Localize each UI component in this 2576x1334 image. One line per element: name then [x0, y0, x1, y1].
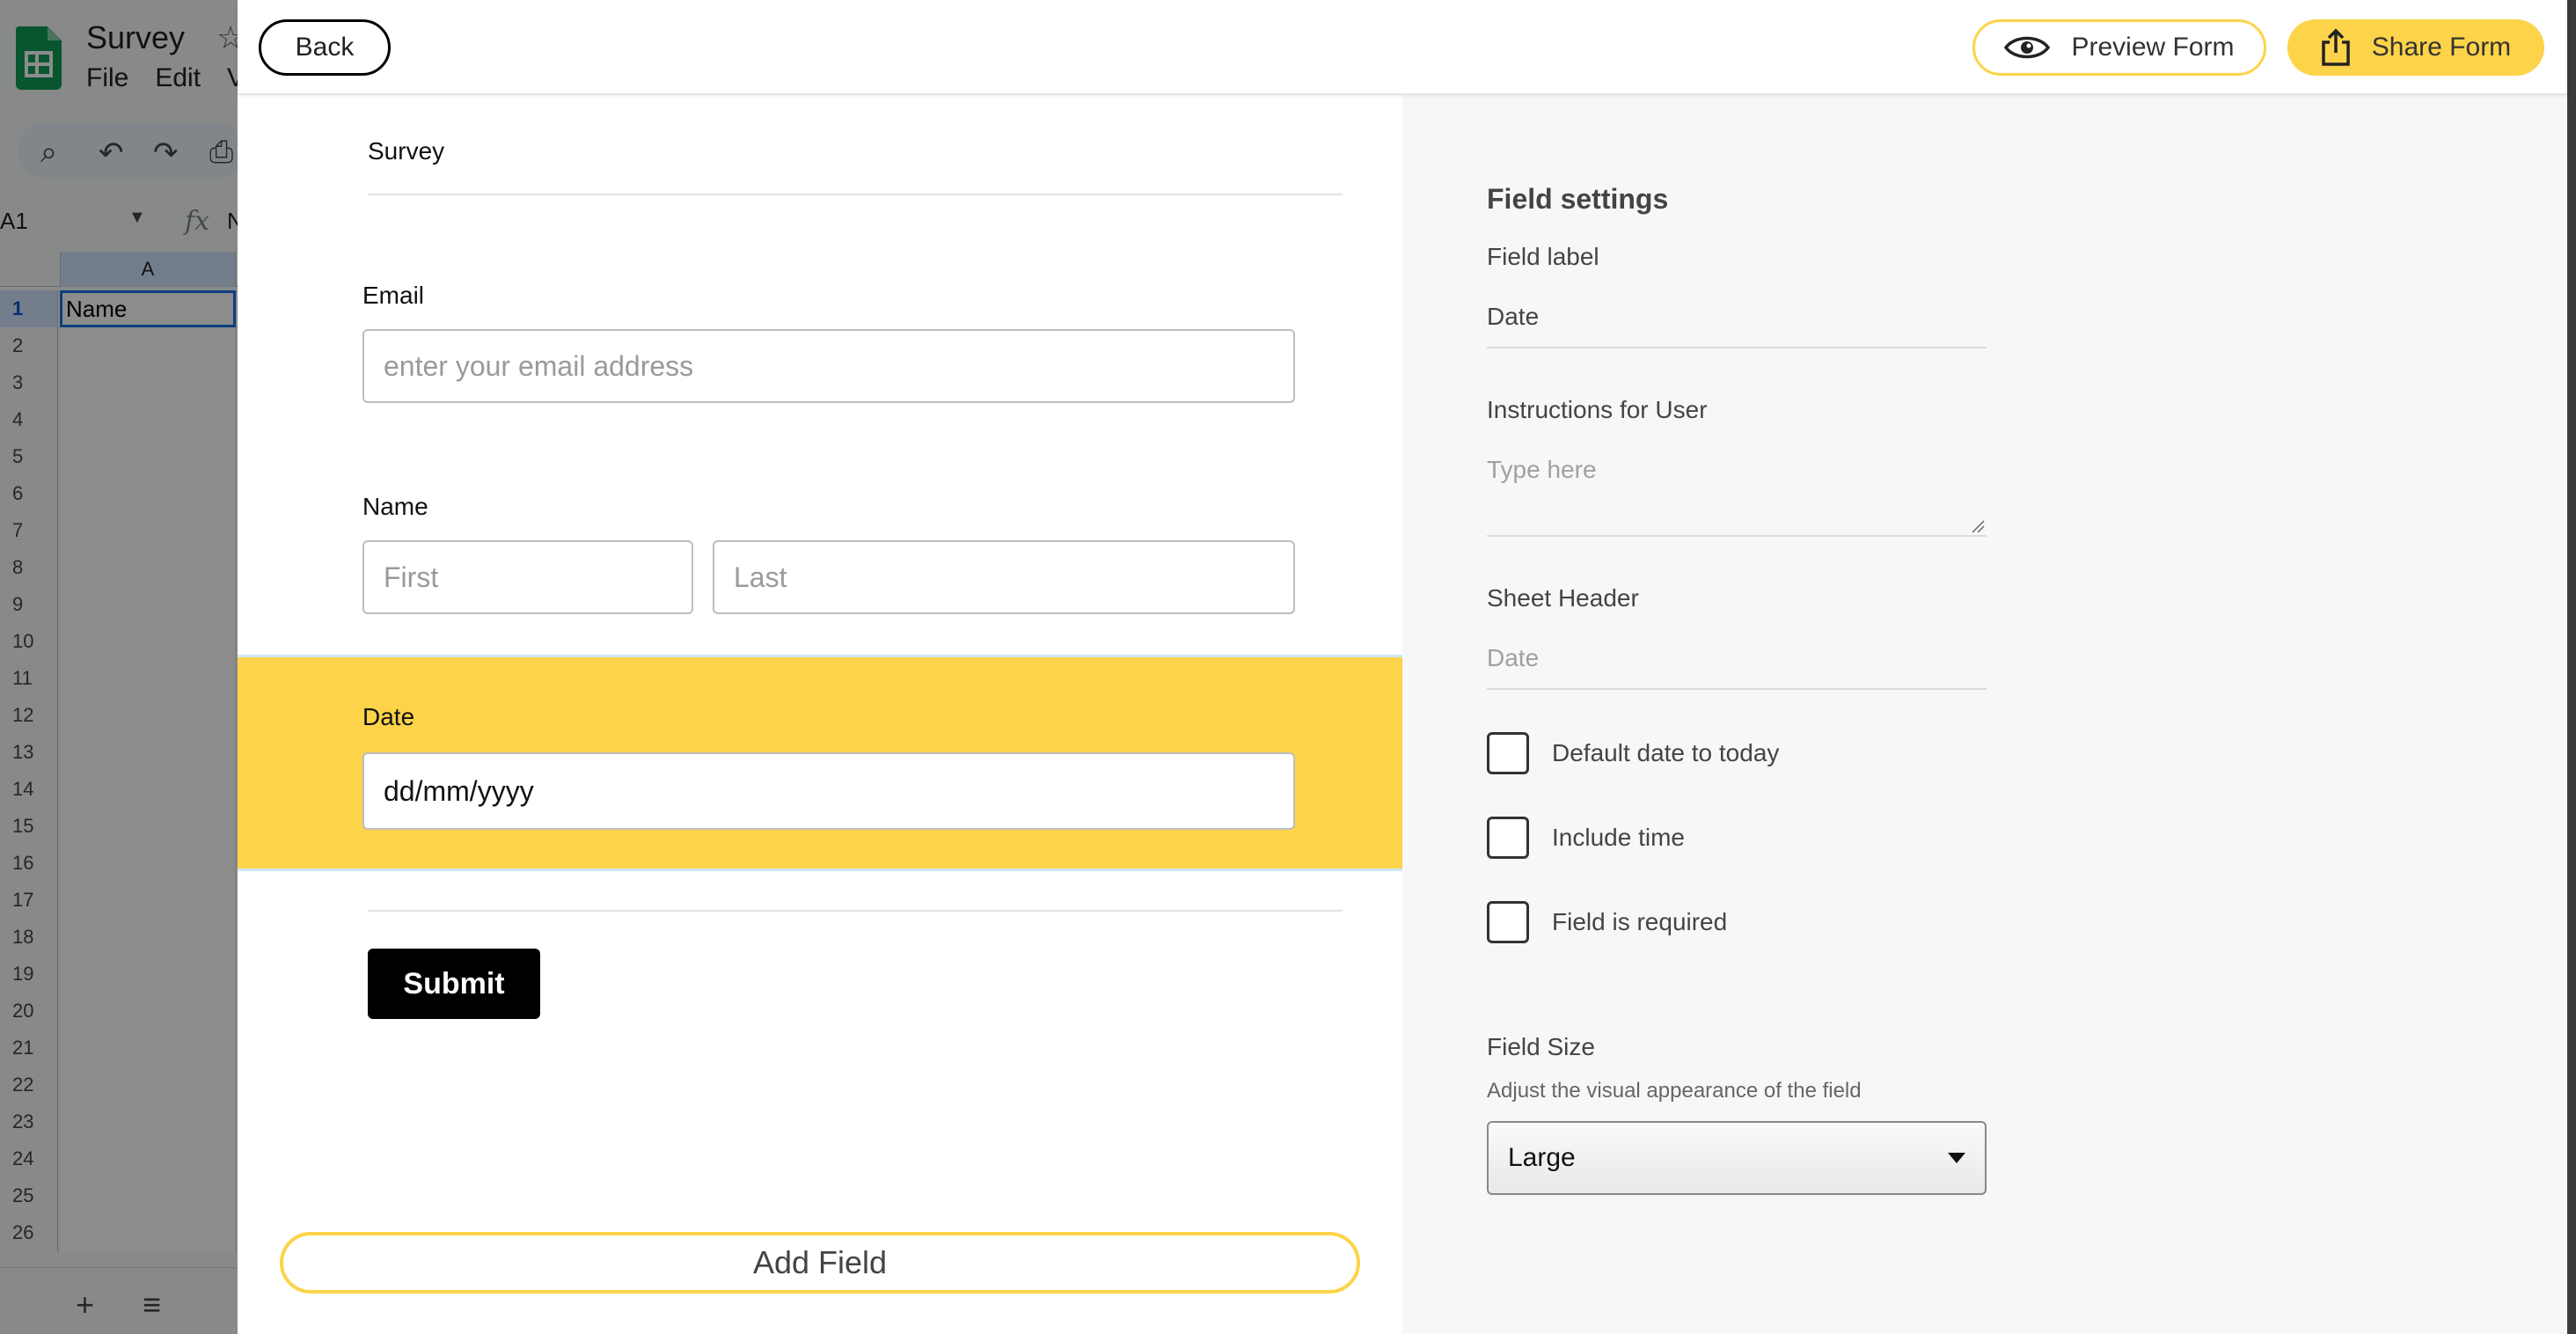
- sheet-header-label: Sheet Header: [1487, 584, 1639, 612]
- share-form-button[interactable]: Share Form: [2287, 19, 2544, 76]
- eye-icon: [2004, 36, 2051, 59]
- divider: [368, 194, 1343, 195]
- include-time-checkbox-label: Include time: [1552, 824, 1685, 851]
- email-field-label: Email: [362, 282, 425, 309]
- field-settings-panel: Field settings Field label Date Instruct…: [1402, 95, 2567, 1334]
- instructions-underline: [1487, 535, 1987, 537]
- first-name-field[interactable]: [362, 540, 693, 614]
- field-required-checkbox-label: Field is required: [1552, 908, 1728, 935]
- form-title[interactable]: Survey: [368, 137, 444, 165]
- field-size-label: Field Size: [1487, 1033, 1595, 1060]
- include-time-checkbox-row[interactable]: Include time: [1487, 817, 1685, 859]
- date-field[interactable]: dd/mm/yyyy: [362, 752, 1295, 830]
- preview-form-button[interactable]: Preview Form: [1972, 19, 2266, 76]
- date-field-label: Date: [362, 703, 415, 730]
- add-field-button[interactable]: Add Field: [280, 1232, 1360, 1294]
- resize-handle-icon[interactable]: [1971, 519, 1985, 533]
- chevron-down-icon: [1948, 1153, 1965, 1163]
- sheet-header-input[interactable]: Date: [1487, 644, 1539, 672]
- field-label-underline: [1487, 347, 1987, 348]
- form-canvas: Survey Email Name Date dd/mm/yyyy Submit…: [238, 95, 1402, 1334]
- selected-date-field-block[interactable]: Date dd/mm/yyyy: [238, 655, 1402, 871]
- default-date-checkbox[interactable]: [1487, 732, 1529, 774]
- email-field[interactable]: [362, 329, 1295, 403]
- divider: [368, 910, 1343, 912]
- form-builder-modal: Back Preview Form Share Form Survey Emai…: [238, 0, 2567, 1334]
- name-field-label: Name: [362, 493, 428, 520]
- sheet-header-underline: [1487, 688, 1987, 690]
- last-name-field[interactable]: [713, 540, 1295, 614]
- default-date-checkbox-label: Default date to today: [1552, 739, 1780, 766]
- include-time-checkbox[interactable]: [1487, 817, 1529, 859]
- back-button[interactable]: Back: [259, 19, 391, 76]
- field-size-selected-value: Large: [1508, 1143, 1576, 1172]
- field-size-select[interactable]: Large: [1487, 1121, 1987, 1195]
- form-builder-topbar: Back Preview Form Share Form: [238, 0, 2567, 95]
- instructions-textarea[interactable]: Type here: [1487, 456, 1597, 484]
- field-size-hint: Adjust the visual appearance of the fiel…: [1487, 1079, 1862, 1103]
- field-required-checkbox[interactable]: [1487, 901, 1529, 943]
- window-edge: [2567, 0, 2576, 1334]
- settings-title: Field settings: [1487, 183, 1669, 215]
- instructions-label: Instructions for User: [1487, 396, 1708, 423]
- field-label-input[interactable]: Date: [1487, 303, 1539, 331]
- field-label-label: Field label: [1487, 243, 1599, 270]
- default-date-checkbox-row[interactable]: Default date to today: [1487, 732, 1779, 774]
- field-required-checkbox-row[interactable]: Field is required: [1487, 901, 1727, 943]
- preview-form-label: Preview Form: [2071, 33, 2235, 62]
- submit-button[interactable]: Submit: [368, 949, 540, 1019]
- share-upload-icon: [2322, 28, 2350, 66]
- share-form-label: Share Form: [2371, 33, 2512, 62]
